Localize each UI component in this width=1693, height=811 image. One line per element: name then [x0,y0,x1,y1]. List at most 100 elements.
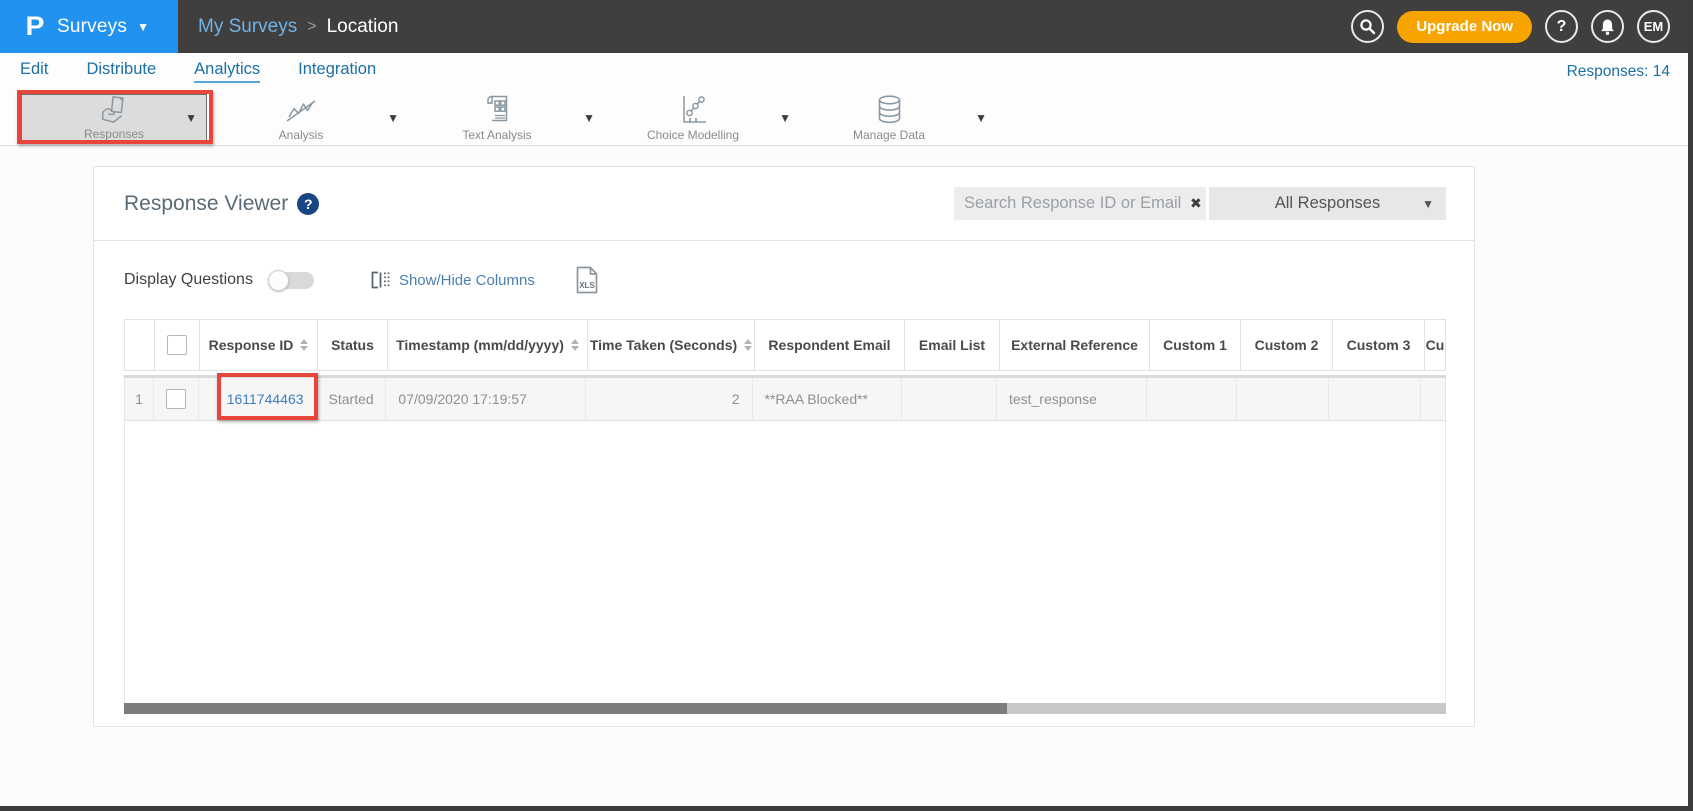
cell-custom-4 [1421,378,1445,420]
responses-label: Responses [84,127,144,141]
analysis-dropdown-caret[interactable]: ▼ [387,111,399,125]
sort-icon [744,339,752,351]
topbar-actions: Upgrade Now ? EM [1351,0,1670,53]
header-external-reference[interactable]: External Reference [999,320,1149,370]
breadcrumb-my-surveys[interactable]: My Surveys [198,16,297,38]
brand-logo-icon: P [26,11,45,42]
breadcrumb-separator: > [307,18,316,36]
analytics-toolbar: Responses ▼ Analysis ▼ [0,90,1688,146]
page-title: Response Viewer [124,192,288,216]
horizontal-scrollbar[interactable] [124,703,1446,714]
cell-custom-1 [1147,378,1238,420]
breadcrumb-current-survey: Location [327,16,399,38]
response-filter-dropdown[interactable]: All Responses ▼ [1209,187,1446,220]
cell-custom-3 [1329,378,1421,420]
header-response-id[interactable]: Response ID [199,320,317,370]
chevron-down-icon: ▼ [137,20,149,34]
help-button[interactable]: ? [1545,10,1578,43]
app-screen: P Surveys ▼ My Surveys > Location Upgrad… [0,0,1688,806]
responses-dropdown-caret[interactable]: ▼ [185,111,197,125]
choice-modelling-icon [678,94,708,125]
table-controls: Display Questions Show/Hide Columns [94,241,1474,319]
responses-button[interactable]: Responses [21,94,207,142]
tab-edit[interactable]: Edit [20,60,48,83]
choice-modelling-button[interactable]: Choice Modelling [609,94,777,142]
export-xls-button[interactable]: XLS [575,266,599,294]
product-label: Surveys [57,16,127,38]
analysis-icon [284,94,318,125]
responses-count: Responses: 14 [1567,63,1670,81]
text-analysis-label: Text Analysis [462,128,531,142]
sort-icon [300,339,308,351]
notifications-button[interactable] [1591,10,1624,43]
table-empty-area [124,421,1446,703]
tab-integration[interactable]: Integration [298,60,376,83]
header-status[interactable]: Status [317,320,387,370]
choice-modelling-dropdown-caret[interactable]: ▼ [779,111,791,125]
toggle-knob [268,270,289,291]
search-button[interactable] [1351,10,1384,43]
table-row: 1 1611744463 Started 07/09/2020 17:19:57… [124,378,1446,421]
show-hide-columns-label: Show/Hide Columns [399,272,535,289]
header-timestamp[interactable]: Timestamp (mm/dd/yyyy) [387,320,587,370]
sort-icon [571,339,579,351]
columns-icon [370,270,390,290]
svg-text:XLS: XLS [579,281,595,290]
cell-custom-2 [1237,378,1329,420]
manage-data-button[interactable]: Manage Data [805,94,973,142]
avatar[interactable]: EM [1637,10,1670,43]
chevron-down-icon: ▼ [1422,197,1434,211]
cell-email-list [902,378,997,420]
filter-selected-value: All Responses [1275,194,1380,213]
show-hide-columns-button[interactable]: Show/Hide Columns [370,270,535,290]
search-input[interactable] [964,194,1184,213]
response-search-box: ✖ [954,187,1206,220]
tabs: Edit Distribute Analytics Integration [20,60,376,83]
response-viewer-panel: Response Viewer ? ✖ All Responses ▼ Disp… [93,166,1475,727]
xls-file-icon: XLS [575,266,599,294]
responses-table: Response ID Status Timestamp (mm/dd/yyyy… [124,319,1446,714]
header-row-number [125,320,154,370]
cell-response-id[interactable]: 1611744463 [199,378,317,420]
search-icon [1359,18,1376,35]
header-custom-2[interactable]: Custom 2 [1240,320,1332,370]
table-header-row: Response ID Status Timestamp (mm/dd/yyyy… [124,319,1446,371]
main-content: Response Viewer ? ✖ All Responses ▼ Disp… [0,146,1688,806]
header-respondent-email[interactable]: Respondent Email [754,320,904,370]
manage-data-icon [875,94,904,125]
manage-data-dropdown-caret[interactable]: ▼ [975,111,987,125]
cell-select [154,378,199,420]
header-time-taken[interactable]: Time Taken (Seconds) [587,320,754,370]
clear-search-icon[interactable]: ✖ [1190,195,1202,212]
choice-modelling-label: Choice Modelling [647,128,739,142]
header-email-list[interactable]: Email List [904,320,999,370]
cell-respondent-email: **RAA Blocked** [753,378,903,420]
header-custom-3[interactable]: Custom 3 [1332,320,1424,370]
row-checkbox[interactable] [166,389,186,409]
analysis-button[interactable]: Analysis [217,94,385,142]
select-all-checkbox[interactable] [167,335,187,355]
display-questions-toggle[interactable] [270,272,314,289]
panel-header: Response Viewer ? ✖ All Responses ▼ [94,167,1474,241]
text-analysis-dropdown-caret[interactable]: ▼ [583,111,595,125]
survey-tab-bar: Edit Distribute Analytics Integration Re… [0,53,1688,90]
top-navigation-bar: P Surveys ▼ My Surveys > Location Upgrad… [0,0,1688,53]
display-questions-label: Display Questions [124,271,253,289]
toolbar-group-text-analysis: Text Analysis ▼ [409,90,605,145]
cell-row-number: 1 [125,378,154,420]
bell-icon [1599,18,1616,36]
scrollbar-thumb[interactable] [124,703,1007,714]
product-menu[interactable]: P Surveys ▼ [0,0,178,53]
tab-distribute[interactable]: Distribute [86,60,156,83]
upgrade-now-button[interactable]: Upgrade Now [1397,11,1532,43]
text-analysis-button[interactable]: Text Analysis [413,94,581,142]
tab-analytics[interactable]: Analytics [194,60,260,83]
toolbar-group-choice-modelling: Choice Modelling ▼ [605,90,801,145]
cell-external-reference: test_response [997,378,1147,420]
help-badge-icon[interactable]: ? [297,193,319,215]
cell-timestamp: 07/09/2020 17:19:57 [386,378,586,420]
header-custom-4-truncated[interactable]: Cu [1424,320,1445,370]
browser-frame: P Surveys ▼ My Surveys > Location Upgrad… [0,0,1693,811]
header-custom-1[interactable]: Custom 1 [1149,320,1240,370]
toolbar-group-manage-data: Manage Data ▼ [801,90,997,145]
